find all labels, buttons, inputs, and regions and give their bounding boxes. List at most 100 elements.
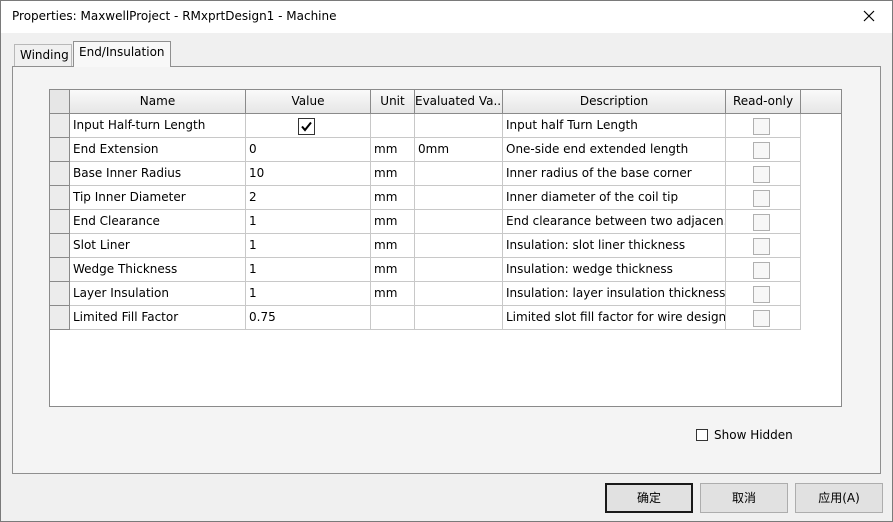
cell-description: One-side end extended length: [503, 138, 726, 162]
tab-winding-label: Winding: [20, 48, 69, 62]
property-grid[interactable]: Name Value Unit Evaluated Va... Descript…: [49, 89, 842, 407]
cell-description: Limited slot fill factor for wire design: [503, 306, 726, 330]
cell-name: Wedge Thickness: [70, 258, 246, 282]
column-header-unit[interactable]: Unit: [371, 90, 415, 113]
cell-evaluated: [415, 282, 503, 306]
row-header[interactable]: [50, 114, 70, 138]
cell-value[interactable]: 1: [246, 210, 371, 234]
tab-end-insulation[interactable]: End/Insulation: [73, 41, 171, 67]
cell-name: End Clearance: [70, 210, 246, 234]
table-row[interactable]: End Extension 0 mm 0mm One-side end extended…: [50, 138, 803, 162]
cell-name: Layer Insulation: [70, 282, 246, 306]
cell-read-only: [726, 114, 801, 138]
header-corner: [50, 90, 70, 113]
cell-read-only: [726, 258, 801, 282]
title-bar: Properties: MaxwellProject - RMxprtDesig…: [1, 1, 892, 33]
cell-read-only: [726, 234, 801, 258]
cell-name: Tip Inner Diameter: [70, 186, 246, 210]
close-icon: [863, 10, 875, 22]
cell-value[interactable]: 2: [246, 186, 371, 210]
table-row[interactable]: Wedge Thickness 1 mm Insulation: wedge thic…: [50, 258, 803, 282]
table-row[interactable]: End Clearance 1 mm End clearance between tw…: [50, 210, 803, 234]
cell-unit: mm: [371, 138, 415, 162]
cell-description: Insulation: slot liner thickness: [503, 234, 726, 258]
column-header-description[interactable]: Description: [503, 90, 726, 113]
table-row[interactable]: Limited Fill Factor 0.75 Limited slot fill…: [50, 306, 803, 330]
read-only-checkbox[interactable]: [753, 286, 770, 303]
cancel-button[interactable]: 取消: [700, 483, 788, 513]
read-only-checkbox[interactable]: [753, 118, 770, 135]
column-header-name[interactable]: Name: [70, 90, 246, 113]
cell-value[interactable]: 1: [246, 258, 371, 282]
cell-description: Input half Turn Length: [503, 114, 726, 138]
read-only-checkbox[interactable]: [753, 214, 770, 231]
cell-evaluated: [415, 210, 503, 234]
tab-panel: Name Value Unit Evaluated Va... Descript…: [12, 66, 881, 474]
column-header-evaluated[interactable]: Evaluated Va...: [415, 90, 503, 113]
read-only-checkbox[interactable]: [753, 166, 770, 183]
row-header[interactable]: [50, 138, 70, 162]
row-header[interactable]: [50, 282, 70, 306]
cell-read-only: [726, 138, 801, 162]
properties-dialog: Properties: MaxwellProject - RMxprtDesig…: [0, 0, 893, 522]
cell-value[interactable]: 0: [246, 138, 371, 162]
cell-unit: mm: [371, 282, 415, 306]
cell-value[interactable]: 0.75: [246, 306, 371, 330]
cell-unit: [371, 306, 415, 330]
show-hidden-checkbox[interactable]: [696, 429, 708, 441]
cell-read-only: [726, 210, 801, 234]
cell-evaluated: [415, 186, 503, 210]
cell-read-only: [726, 282, 801, 306]
cell-unit: [371, 114, 415, 138]
cell-description: Insulation: wedge thickness: [503, 258, 726, 282]
cell-value[interactable]: [246, 114, 371, 138]
table-row[interactable]: Input Half-turn Length Input half Turn Le…: [50, 114, 803, 138]
cell-unit: mm: [371, 162, 415, 186]
cell-unit: mm: [371, 234, 415, 258]
tab-winding[interactable]: Winding: [14, 44, 72, 67]
table-row[interactable]: Tip Inner Diameter 2 mm Inner diameter of t…: [50, 186, 803, 210]
cell-name: Limited Fill Factor: [70, 306, 246, 330]
cell-unit: mm: [371, 210, 415, 234]
row-header[interactable]: [50, 306, 70, 330]
read-only-checkbox[interactable]: [753, 190, 770, 207]
cell-name: Base Inner Radius: [70, 162, 246, 186]
cell-description: End clearance between two adjacen...: [503, 210, 726, 234]
column-header-value[interactable]: Value: [246, 90, 371, 113]
cell-name: End Extension: [70, 138, 246, 162]
grid-header: Name Value Unit Evaluated Va... Descript…: [50, 90, 841, 114]
cell-value[interactable]: 10: [246, 162, 371, 186]
cell-read-only: [726, 306, 801, 330]
row-header[interactable]: [50, 186, 70, 210]
table-row[interactable]: Layer Insulation 1 mm Insulation: layer ins…: [50, 282, 803, 306]
cell-unit: mm: [371, 186, 415, 210]
row-header[interactable]: [50, 258, 70, 282]
read-only-checkbox[interactable]: [753, 310, 770, 327]
cell-unit: mm: [371, 258, 415, 282]
cell-value[interactable]: 1: [246, 282, 371, 306]
column-header-read-only[interactable]: Read-only: [726, 90, 801, 113]
table-row[interactable]: Base Inner Radius 10 mm Inner radius of the…: [50, 162, 803, 186]
cell-evaluated: 0mm: [415, 138, 503, 162]
cell-name: Input Half-turn Length: [70, 114, 246, 138]
cell-value[interactable]: 1: [246, 234, 371, 258]
cell-description: Insulation: layer insulation thickness: [503, 282, 726, 306]
cell-name: Slot Liner: [70, 234, 246, 258]
cell-read-only: [726, 162, 801, 186]
ok-button[interactable]: 确定: [605, 483, 693, 513]
value-checkbox[interactable]: [298, 118, 315, 135]
cell-read-only: [726, 186, 801, 210]
column-header-filler: [801, 90, 841, 113]
cell-evaluated: [415, 114, 503, 138]
check-icon: [301, 121, 312, 132]
row-header[interactable]: [50, 234, 70, 258]
show-hidden-toggle[interactable]: Show Hidden: [696, 427, 793, 443]
read-only-checkbox[interactable]: [753, 142, 770, 159]
apply-button[interactable]: 应用(A): [795, 483, 883, 513]
close-button[interactable]: [846, 1, 892, 31]
row-header[interactable]: [50, 162, 70, 186]
table-row[interactable]: Slot Liner 1 mm Insulation: slot liner thic…: [50, 234, 803, 258]
read-only-checkbox[interactable]: [753, 238, 770, 255]
row-header[interactable]: [50, 210, 70, 234]
read-only-checkbox[interactable]: [753, 262, 770, 279]
